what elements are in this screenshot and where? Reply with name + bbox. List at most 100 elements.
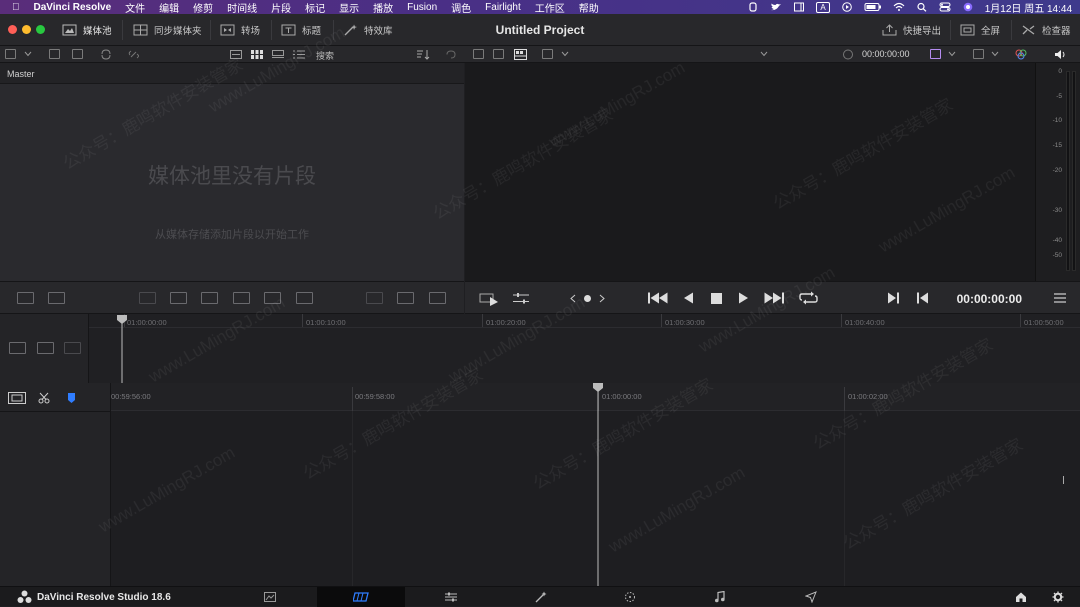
zoom-window-button[interactable]: [36, 25, 45, 34]
menu-help[interactable]: 帮助: [579, 0, 599, 15]
effects-button[interactable]: 特效库: [343, 23, 393, 37]
chevron-down-icon[interactable]: [991, 51, 999, 57]
titles-button[interactable]: 标题: [281, 23, 321, 37]
color-wheel-icon[interactable]: [1015, 48, 1027, 60]
refresh-icon[interactable]: [445, 49, 457, 60]
search-label[interactable]: 搜索: [316, 49, 334, 62]
source-clip-icon[interactable]: [493, 49, 504, 59]
media-page-icon[interactable]: [264, 591, 276, 603]
timeline-view-icon[interactable]: [8, 392, 26, 404]
edit-page-icon[interactable]: [445, 591, 457, 603]
go-to-end-icon[interactable]: [764, 292, 784, 304]
chevron-down-icon[interactable]: [948, 51, 956, 57]
jog-dot-icon[interactable]: [583, 294, 592, 303]
status-app-icon[interactable]: [747, 2, 759, 12]
smooth-cut-icon[interactable]: [429, 292, 446, 304]
twitter-icon[interactable]: [770, 2, 782, 12]
upper-playhead[interactable]: [116, 314, 128, 383]
filmstrip-view-icon[interactable]: [272, 50, 284, 59]
smart-insert-icon[interactable]: [139, 292, 156, 304]
mark-out-icon[interactable]: [917, 292, 929, 304]
loop-icon[interactable]: [799, 291, 818, 305]
menubar-clock[interactable]: 1月12日 周五 14:44: [985, 0, 1072, 15]
thumbnail-view-icon[interactable]: [251, 50, 263, 59]
fusion-page-icon[interactable]: [535, 591, 547, 603]
menu-timeline[interactable]: 时间线: [227, 0, 257, 15]
clip-overlay-icon[interactable]: [930, 49, 941, 59]
upper-timeline-ruler[interactable]: 01:00:00:00 01:00:10:00 01:00:20:00 01:0…: [89, 314, 1080, 328]
source-overwrite-icon[interactable]: [48, 292, 65, 304]
transitions-button[interactable]: 转场: [220, 23, 260, 37]
menu-clip[interactable]: 片段: [271, 0, 291, 15]
minimize-window-button[interactable]: [22, 25, 31, 34]
window-icon[interactable]: [793, 2, 805, 12]
source-tape-icon[interactable]: [17, 292, 34, 304]
settings-gear-icon[interactable]: [1052, 591, 1064, 603]
append-icon[interactable]: [170, 292, 187, 304]
go-to-start-icon[interactable]: [648, 292, 668, 304]
stop-icon[interactable]: [711, 293, 722, 304]
chevron-down-icon[interactable]: [561, 51, 569, 57]
menu-fairlight[interactable]: Fairlight: [485, 2, 521, 13]
transform-icon[interactable]: [973, 49, 984, 59]
metadata-view-icon[interactable]: [230, 50, 242, 59]
input-source-indicator[interactable]: A: [816, 1, 830, 13]
menu-workspace[interactable]: 工作区: [535, 0, 565, 15]
menu-mark[interactable]: 标记: [305, 0, 325, 15]
control-center-icon[interactable]: [939, 2, 951, 12]
scissors-icon[interactable]: [38, 392, 50, 404]
sort-icon[interactable]: [416, 49, 430, 60]
sidebar-toggle-icon[interactable]: [5, 49, 16, 59]
inspector-button[interactable]: 检查器: [1021, 23, 1071, 37]
chevron-down-icon[interactable]: [760, 51, 768, 57]
apple-icon[interactable]: : [12, 2, 20, 13]
app-menu[interactable]: DaVinci Resolve: [34, 2, 112, 13]
fairlight-page-icon[interactable]: [714, 591, 726, 603]
timeline-viewer[interactable]: [465, 63, 1035, 281]
siri-icon[interactable]: [962, 2, 974, 12]
reverse-play-icon[interactable]: [683, 292, 694, 304]
timeline-viewer-icon[interactable]: [514, 49, 527, 60]
lower-playhead[interactable]: [592, 383, 604, 586]
chevron-down-icon[interactable]: [24, 51, 32, 57]
play-icon[interactable]: [738, 292, 749, 304]
split-clip-icon[interactable]: [366, 292, 383, 304]
source-overwrite-2-icon[interactable]: [296, 292, 313, 304]
jog-prev-icon[interactable]: [570, 294, 576, 303]
home-icon[interactable]: [1015, 591, 1027, 603]
safe-area-icon[interactable]: [542, 49, 553, 59]
audio-track-icon[interactable]: [9, 342, 26, 354]
cut-page-tab[interactable]: [317, 587, 405, 607]
hamburger-menu-icon[interactable]: [1054, 293, 1066, 303]
volume-icon[interactable]: [1054, 49, 1067, 60]
media-pool-button[interactable]: 媒体池: [62, 23, 112, 37]
close-window-button[interactable]: [8, 25, 17, 34]
viewer-mode-icon[interactable]: [473, 49, 484, 59]
menu-color[interactable]: 调色: [451, 0, 471, 15]
unlink-icon[interactable]: [128, 49, 140, 60]
menu-view[interactable]: 显示: [339, 0, 359, 15]
flag-marker-icon[interactable]: [67, 392, 76, 404]
lower-timeline[interactable]: 00:59:56:00 00:59:58:00 01:00:00:00 01:0…: [111, 383, 1080, 586]
deliver-page-icon[interactable]: [805, 591, 817, 603]
fullscreen-button[interactable]: 全屏: [960, 23, 1000, 37]
color-page-icon[interactable]: [624, 591, 636, 603]
jog-next-icon[interactable]: [599, 294, 605, 303]
sync-bin-button[interactable]: 同步媒体夹: [133, 23, 202, 37]
trim-settings-icon[interactable]: [513, 292, 529, 305]
mark-in-icon[interactable]: [887, 292, 899, 304]
menu-fusion[interactable]: Fusion: [407, 2, 437, 13]
dissolve-icon[interactable]: [397, 292, 414, 304]
upper-timeline[interactable]: 01:00:00:00 01:00:10:00 01:00:20:00 01:0…: [89, 314, 1080, 383]
play-around-icon[interactable]: [479, 292, 499, 306]
menu-edit[interactable]: 编辑: [159, 0, 179, 15]
import-media-icon[interactable]: [49, 49, 60, 59]
menu-file[interactable]: 文件: [125, 0, 145, 15]
import-folder-icon[interactable]: [72, 49, 83, 59]
menu-playback[interactable]: 播放: [373, 0, 393, 15]
relink-icon[interactable]: [100, 49, 112, 60]
close-up-icon[interactable]: [233, 292, 250, 304]
ripple-overwrite-icon[interactable]: [201, 292, 218, 304]
place-on-top-icon[interactable]: [264, 292, 281, 304]
video-track-icon[interactable]: [37, 342, 54, 354]
